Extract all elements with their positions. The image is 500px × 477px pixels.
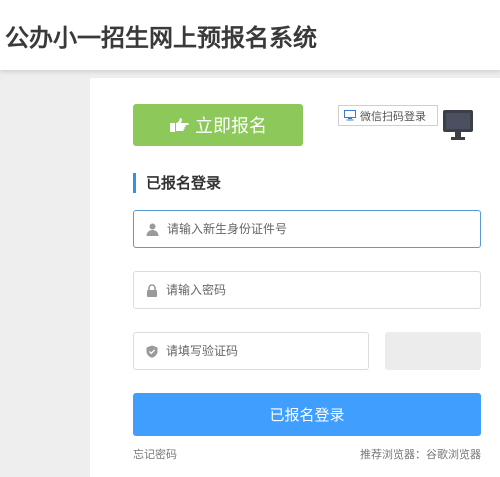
page-header: 公办小一招生网上预报名系统 [0,0,500,70]
login-button[interactable]: 已报名登录 [133,393,481,436]
wechat-scan-login-link[interactable]: 微信扫码登录 [338,105,438,126]
password-input[interactable] [166,283,480,297]
shield-icon [146,345,158,358]
password-field[interactable] [133,271,481,309]
register-now-label: 立即报名 [195,116,267,137]
page-title: 公办小一招生网上预报名系统 [5,24,317,52]
student-id-input[interactable] [167,222,480,236]
user-icon [146,223,159,236]
captcha-image[interactable] [385,332,481,370]
wechat-scan-login-label: 微信扫码登录 [360,109,426,123]
login-section-title: 已报名登录 [133,173,221,193]
captcha-input[interactable] [166,344,368,358]
qr-login-toggle[interactable] [440,104,480,144]
lock-icon [147,283,157,297]
hand-pointer-icon [170,118,189,132]
qr-toggle-icon [443,110,480,144]
student-id-field[interactable] [133,210,481,248]
register-now-button[interactable]: 立即报名 [133,104,303,146]
forgot-password-link[interactable]: 忘记密码 [133,446,177,462]
browser-recommendation: 推荐浏览器：谷歌浏览器 [360,448,481,461]
monitor-icon [344,110,356,121]
captcha-field[interactable] [133,332,369,370]
